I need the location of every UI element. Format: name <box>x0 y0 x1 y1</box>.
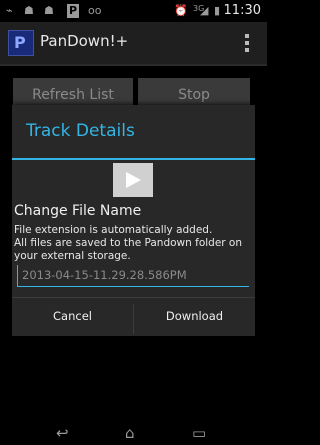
android-icon: ☗ <box>24 4 34 17</box>
navigation-bar: ↩ ⌂ ▭ <box>0 421 267 445</box>
action-bar: P PanDown!+ <box>0 22 267 66</box>
note-line-1: File extension is automatically added. <box>14 224 213 236</box>
alarm-icon: ⏰ <box>174 4 188 17</box>
usb-icon: ⌁ <box>6 4 13 17</box>
dialog-title: Track Details <box>26 121 135 141</box>
pandora-icon: P <box>67 4 79 18</box>
dialog-button-bar: Cancel Download <box>12 297 255 337</box>
recent-apps-icon[interactable]: ▭ <box>192 424 206 442</box>
status-bar: ⌁ ☗ ☗ P oo ⏰ 3G ◢ ▮ 11:30 <box>0 0 267 22</box>
title-divider <box>12 158 255 160</box>
file-info-note: File extension is automatically added. A… <box>14 224 254 263</box>
voicemail-icon: oo <box>88 4 102 17</box>
app-title: PanDown!+ <box>40 32 129 50</box>
change-file-name-label: Change File Name <box>14 203 142 219</box>
status-time: 11:30 <box>223 3 261 18</box>
download-button[interactable]: Download <box>134 298 255 337</box>
signal-icon: ◢ <box>200 4 209 17</box>
back-icon[interactable]: ↩ <box>56 424 69 442</box>
home-icon[interactable]: ⌂ <box>125 424 135 442</box>
play-button[interactable] <box>113 163 153 197</box>
cancel-button[interactable]: Cancel <box>12 298 133 337</box>
overflow-menu-icon[interactable] <box>245 34 249 55</box>
filename-input[interactable]: 2013-04-15-11.29.28.586PM <box>17 265 249 287</box>
android-icon: ☗ <box>44 4 54 17</box>
play-icon <box>126 172 141 188</box>
note-line-2: All files are saved to the Pandown folde… <box>14 237 243 262</box>
track-details-dialog: Track Details Change File Name File exte… <box>12 105 255 336</box>
battery-icon: ▮ <box>214 4 221 17</box>
app-logo-icon[interactable]: P <box>8 30 34 56</box>
